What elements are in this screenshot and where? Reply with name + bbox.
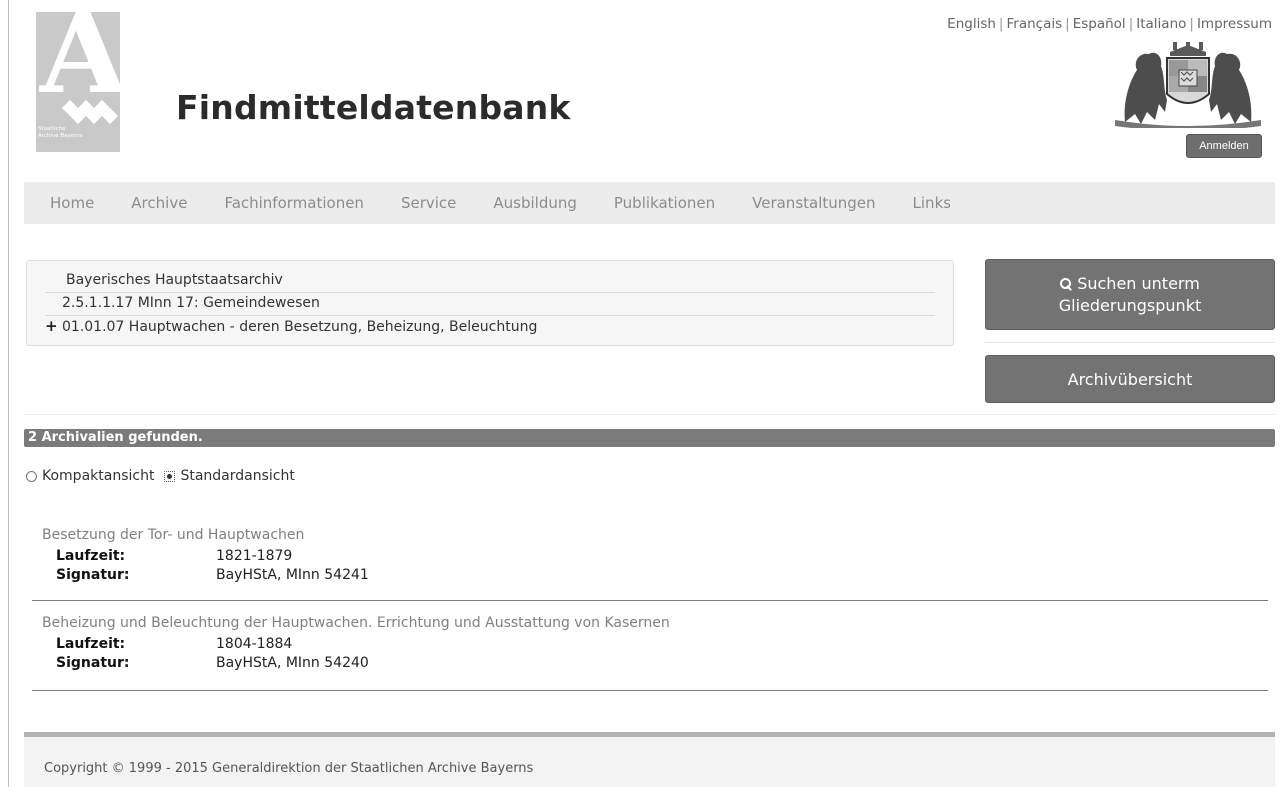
nav-item-archive[interactable]: Archive bbox=[131, 194, 187, 212]
list-item: Beheizung und Beleuchtung der Hauptwache… bbox=[42, 613, 1267, 673]
results-count-bar: 2 Archivalien gefunden. bbox=[24, 429, 1275, 447]
record-runtime: Laufzeit: 1804-1884 bbox=[42, 635, 1267, 654]
divider bbox=[985, 342, 1275, 343]
signature-label: Signatur: bbox=[56, 655, 130, 671]
logo-letter-a: A bbox=[40, 12, 120, 119]
search-button-label-2: Gliederungspunkt bbox=[1058, 296, 1202, 315]
view-options: Kompaktansicht Standardansicht bbox=[26, 468, 305, 484]
separator: | bbox=[1065, 16, 1070, 32]
record-title-link[interactable]: Besetzung der Tor- und Hauptwachen bbox=[42, 525, 1267, 547]
record-signature: Signatur: BayHStA, MInn 54241 bbox=[42, 566, 1267, 585]
logo-caption-line-1: Staatliche bbox=[38, 126, 66, 132]
breadcrumb-archive[interactable]: Bayerisches Hauptstaatsarchiv bbox=[45, 270, 935, 293]
nav-item-links[interactable]: Links bbox=[913, 194, 952, 212]
archive-overview-button[interactable]: Archivübersicht bbox=[985, 355, 1275, 403]
runtime-value: 1821-1879 bbox=[216, 548, 293, 564]
standard-view-radio[interactable] bbox=[164, 470, 176, 482]
runtime-label: Laufzeit: bbox=[56, 636, 126, 652]
nav-item-fachinformationen[interactable]: Fachinformationen bbox=[224, 194, 364, 212]
nav-item-publikationen[interactable]: Publikationen bbox=[614, 194, 715, 212]
nav-item-veranstaltungen[interactable]: Veranstaltungen bbox=[752, 194, 875, 212]
copyright-text: Copyright © 1999 - 2015 Generaldirektion… bbox=[44, 761, 534, 776]
lang-link-english[interactable]: English bbox=[947, 16, 996, 32]
record-signature: Signatur: BayHStA, MInn 54240 bbox=[42, 654, 1267, 673]
separator: | bbox=[1189, 16, 1194, 32]
standard-view-label[interactable]: Standardansicht bbox=[180, 468, 294, 484]
compact-view-radio[interactable] bbox=[26, 470, 37, 482]
logo-caption-line-2: Archive Bayerns bbox=[38, 133, 83, 139]
hierarchy-breadcrumb: Bayerisches Hauptstaatsarchiv 2.5.1.1.17… bbox=[26, 260, 954, 346]
signature-label: Signatur: bbox=[56, 567, 130, 583]
separator: | bbox=[998, 16, 1004, 32]
main-navigation: Home Archive Fachinformationen Service A… bbox=[24, 182, 1275, 224]
signature-value: BayHStA, MInn 54240 bbox=[216, 655, 369, 671]
runtime-label: Laufzeit: bbox=[56, 548, 126, 564]
lang-link-espanol[interactable]: Español bbox=[1073, 16, 1126, 32]
signature-value: BayHStA, MInn 54241 bbox=[216, 567, 369, 583]
bavarian-coat-of-arms-icon bbox=[1115, 42, 1261, 128]
impressum-link[interactable]: Impressum bbox=[1197, 16, 1272, 32]
search-icon bbox=[1060, 278, 1072, 290]
divider bbox=[24, 414, 1275, 415]
lang-link-italiano[interactable]: Italiano bbox=[1136, 16, 1186, 32]
record-divider bbox=[32, 600, 1268, 601]
record-divider bbox=[32, 690, 1268, 691]
list-item: Besetzung der Tor- und Hauptwachen Laufz… bbox=[42, 525, 1267, 585]
nav-item-ausbildung[interactable]: Ausbildung bbox=[493, 194, 577, 212]
archive-logo[interactable]: A Staatliche Archive Bayerns bbox=[36, 12, 120, 152]
breadcrumb-current[interactable]: +01.01.07 Hauptwachen - deren Besetzung,… bbox=[45, 316, 935, 339]
compact-view-label[interactable]: Kompaktansicht bbox=[42, 468, 154, 484]
breadcrumb-current-label: 01.01.07 Hauptwachen - deren Besetzung, … bbox=[62, 319, 538, 335]
record-title-link[interactable]: Beheizung und Beleuchtung der Hauptwache… bbox=[42, 613, 1267, 635]
separator: | bbox=[1128, 16, 1134, 32]
site-title: Findmitteldatenbank bbox=[176, 88, 571, 127]
nav-item-home[interactable]: Home bbox=[50, 194, 94, 212]
record-runtime: Laufzeit: 1821-1879 bbox=[42, 547, 1267, 566]
left-border-line bbox=[8, 0, 9, 787]
nav-item-service[interactable]: Service bbox=[401, 194, 456, 212]
language-links: English | Français | Español | Italiano | Impres… bbox=[947, 16, 1272, 32]
search-under-node-button[interactable]: Suchen unterm Gliederungspunkt bbox=[985, 259, 1275, 330]
search-button-label-1: Suchen unterm bbox=[1077, 274, 1200, 293]
breadcrumb-section[interactable]: 2.5.1.1.17 MInn 17: Gemeindewesen bbox=[45, 293, 935, 316]
runtime-value: 1804-1884 bbox=[216, 636, 293, 652]
expand-plus-icon[interactable]: + bbox=[45, 316, 58, 336]
footer: Copyright © 1999 - 2015 Generaldirektion… bbox=[24, 737, 1275, 787]
login-button[interactable]: Anmelden bbox=[1186, 134, 1262, 158]
logo-caption: Staatliche Archive Bayerns bbox=[38, 126, 83, 140]
lang-link-francais[interactable]: Français bbox=[1006, 16, 1062, 32]
